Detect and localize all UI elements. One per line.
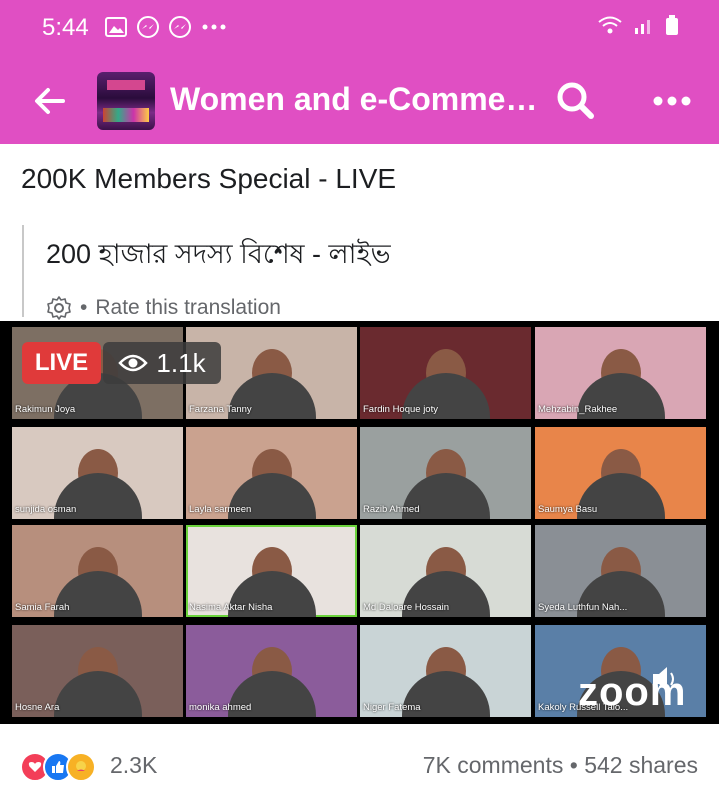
status-bar: 5:44 xyxy=(0,0,719,58)
eye-icon xyxy=(118,354,149,372)
participant-name: Layla sarmeen xyxy=(189,504,252,515)
share-count[interactable]: 542 shares xyxy=(584,752,698,778)
speaker-icon xyxy=(653,667,674,691)
more-options-icon[interactable] xyxy=(650,86,694,116)
battery-icon xyxy=(666,15,678,35)
participant-tile: Layla sarmeen xyxy=(186,427,357,519)
participant-name: Syeda Luthfun Nah... xyxy=(538,602,628,613)
participant-tile: Samia Farah xyxy=(12,525,183,617)
wifi-icon xyxy=(598,16,622,34)
post-footer: 2.3K 7K comments • 542 shares xyxy=(0,740,719,790)
participant-name: Fardin Hoque joty xyxy=(363,404,438,415)
gallery-icon xyxy=(105,17,127,37)
participant-tile: Mehzabin_Rakhee xyxy=(535,327,706,419)
participant-tile: Hosne Ara xyxy=(12,625,183,717)
gear-icon xyxy=(47,296,71,320)
participant-name: sunjida osman xyxy=(15,504,77,515)
participant-name: Nasima Aktar Nisha xyxy=(189,602,273,613)
messenger-icon xyxy=(169,16,191,38)
participant-tile: Razib Ahmed xyxy=(360,427,531,519)
search-icon[interactable] xyxy=(555,80,595,120)
participant-name: Md Daloare Hossain xyxy=(363,602,450,613)
signal-icon xyxy=(635,20,650,34)
app-bar: Women and e-Comme… xyxy=(0,58,719,144)
post-stats: 7K comments • 542 shares xyxy=(423,752,698,779)
participant-tile: Fardin Hoque joty xyxy=(360,327,531,419)
participant-name: monika ahmed xyxy=(189,702,252,713)
live-badge: LIVE xyxy=(22,342,101,384)
participant-name: Hosne Ara xyxy=(15,702,60,713)
viewer-count: 1.1k xyxy=(103,342,221,384)
notification-icons xyxy=(105,16,227,38)
messenger-icon xyxy=(137,16,159,38)
participant-tile: monika ahmed xyxy=(186,625,357,717)
translated-text: 200 হাজার সদস্য বিশেষ - লাইভ xyxy=(46,239,391,269)
more-notifications-icon xyxy=(202,24,226,30)
participant-tile: Syeda Luthfun Nah... xyxy=(535,525,706,617)
participant-body xyxy=(53,671,142,717)
care-reaction-icon xyxy=(66,752,96,782)
dot-separator: • xyxy=(80,296,88,319)
group-title[interactable]: Women and e-Comme… xyxy=(170,81,537,118)
participant-tile: sunjida osman xyxy=(12,427,183,519)
group-avatar[interactable] xyxy=(97,72,155,130)
reaction-icons[interactable] xyxy=(20,752,96,782)
post-title: 200K Members Special - LIVE xyxy=(21,163,397,194)
comment-count[interactable]: 7K comments xyxy=(423,752,564,778)
rate-translation-label[interactable]: Rate this translation xyxy=(95,296,281,320)
stats-separator: • xyxy=(569,752,578,778)
participant-name: Samia Farah xyxy=(15,602,70,613)
viewer-count-value: 1.1k xyxy=(156,347,206,378)
participant-name: Mehzabin_Rakhee xyxy=(538,404,618,415)
participant-name: Rakimun Joya xyxy=(15,404,76,415)
participant-tile: Nasima Aktar Nisha xyxy=(186,525,357,617)
rate-translation[interactable]: • Rate this translation xyxy=(46,295,391,321)
participant-tile: Md Daloare Hossain xyxy=(360,525,531,617)
participant-name: Saumya Basu xyxy=(538,504,598,515)
participant-name: Razib Ahmed xyxy=(363,504,420,515)
participant-name: Farzana Tanny xyxy=(189,404,252,415)
participant-tile: Saumya Basu xyxy=(535,427,706,519)
translation-block: 200 হাজার সদস্য বিশেষ - লাইভ • Rate this… xyxy=(22,225,391,320)
back-arrow-icon[interactable] xyxy=(30,82,68,120)
status-time: 5:44 xyxy=(42,14,89,41)
participant-tile: Niger Fatema xyxy=(360,625,531,717)
reaction-count[interactable]: 2.3K xyxy=(110,752,157,779)
participant-name: Niger Fatema xyxy=(363,702,421,713)
